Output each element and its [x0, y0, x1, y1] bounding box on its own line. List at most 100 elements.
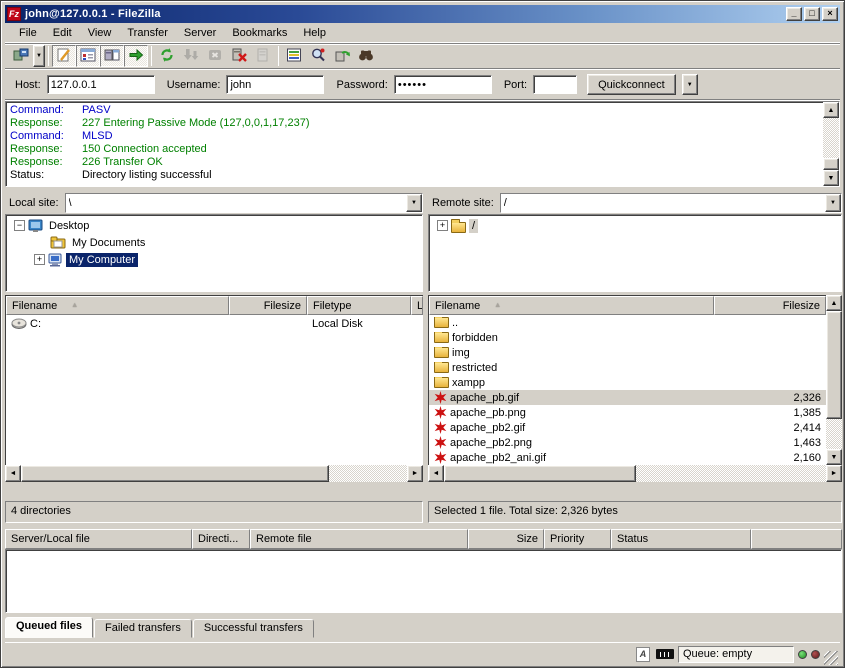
menu-edit[interactable]: Edit [45, 25, 80, 41]
column-header-filename[interactable]: Filename▲ [6, 296, 229, 315]
column-header-filesize[interactable]: Filesize [229, 296, 307, 315]
remote-horizontal-scrollbar[interactable]: ◄ ► [428, 465, 842, 482]
column-header-size[interactable]: Size [468, 529, 544, 549]
menu-bookmarks[interactable]: Bookmarks [224, 25, 295, 41]
expand-icon[interactable]: + [34, 254, 45, 265]
log-scrollbar[interactable]: ▲ ▼ [823, 102, 839, 186]
file-row[interactable]: C: Local Disk [6, 315, 423, 332]
remote-site-input[interactable] [501, 194, 825, 212]
tree-item-my-computer[interactable]: + My Computer [6, 251, 422, 268]
activity-led-red [811, 650, 820, 659]
file-row-selected[interactable]: apache_pb.gif2,326 [429, 390, 826, 405]
reconnect-button[interactable] [251, 45, 275, 67]
file-row[interactable]: .. [429, 315, 826, 330]
host-input[interactable] [47, 75, 155, 94]
column-header-filesize[interactable]: Filesize [714, 296, 826, 315]
column-header-filetype[interactable]: Filetype [307, 296, 411, 315]
column-header-last-modified[interactable]: L [411, 296, 423, 315]
port-input[interactable] [533, 75, 577, 94]
maximize-button[interactable]: □ [804, 7, 820, 21]
menu-view[interactable]: View [80, 25, 120, 41]
close-button[interactable]: × [822, 7, 838, 21]
collapse-icon[interactable]: − [14, 220, 25, 231]
column-header-status[interactable]: Status [611, 529, 751, 549]
find-files-button[interactable] [354, 45, 378, 67]
remote-site-dropdown[interactable]: ▼ [825, 194, 841, 212]
local-list-header: Filename▲ Filesize Filetype L [6, 296, 423, 315]
local-status-text: 4 directories [11, 505, 71, 517]
scroll-right-button[interactable]: ► [407, 465, 423, 482]
process-queue-button[interactable] [179, 45, 203, 67]
scrollbar-track[interactable] [636, 465, 826, 482]
file-row[interactable]: img [429, 345, 826, 360]
scrollbar-track[interactable] [823, 118, 839, 158]
column-header-remote-file[interactable]: Remote file [250, 529, 468, 549]
menu-file[interactable]: File [11, 25, 45, 41]
scroll-right-button[interactable]: ► [826, 465, 842, 482]
file-row[interactable]: apache_pb.png1,385 [429, 405, 826, 420]
scrollbar-thumb[interactable] [444, 465, 636, 482]
scroll-down-icon: ▼ [831, 454, 838, 461]
column-header-server-local-file[interactable]: Server/Local file [5, 529, 192, 549]
minimize-button[interactable]: _ [786, 7, 802, 21]
file-row[interactable]: xampp [429, 375, 826, 390]
toggle-queue-button[interactable] [124, 45, 148, 67]
sort-ascending-icon: ▲ [494, 302, 501, 309]
scroll-left-button[interactable]: ◄ [5, 465, 21, 482]
synchronized-browsing-button[interactable] [330, 45, 354, 67]
tree-item-my-documents[interactable]: My Documents [6, 234, 422, 251]
scrollbar-thumb[interactable] [823, 158, 839, 170]
username-input[interactable] [226, 75, 324, 94]
scrollbar-track[interactable] [826, 419, 842, 449]
scroll-down-button[interactable]: ▼ [826, 449, 842, 465]
file-row[interactable]: forbidden [429, 330, 826, 345]
toggle-local-tree-button[interactable] [76, 45, 100, 67]
column-header-direction[interactable]: Directi... [192, 529, 250, 549]
tab-queued-files[interactable]: Queued files [5, 617, 93, 638]
menu-server[interactable]: Server [176, 25, 224, 41]
scrollbar-thumb[interactable] [21, 465, 329, 482]
toggle-remote-tree-button[interactable] [100, 45, 124, 67]
filter-icon [286, 47, 302, 66]
data-type-indicator[interactable]: A [634, 646, 652, 662]
tab-failed-transfers[interactable]: Failed transfers [94, 619, 192, 638]
remote-vertical-scrollbar[interactable]: ▲ ▼ [826, 295, 842, 465]
file-row[interactable]: apache_pb2_ani.gif2,160 [429, 450, 826, 465]
scroll-left-button[interactable]: ◄ [428, 465, 444, 482]
filter-button[interactable] [282, 45, 306, 67]
file-row[interactable]: apache_pb2.png1,463 [429, 435, 826, 450]
refresh-button[interactable] [155, 45, 179, 67]
tree-item-desktop[interactable]: − Desktop [6, 217, 422, 234]
scrollbar-track[interactable] [329, 465, 407, 482]
cancel-operation-button[interactable] [203, 45, 227, 67]
scroll-up-button[interactable]: ▲ [826, 295, 842, 311]
scroll-down-button[interactable]: ▼ [823, 170, 839, 186]
expand-icon[interactable]: + [437, 220, 448, 231]
file-row[interactable]: apache_pb2.gif2,414 [429, 420, 826, 435]
menu-help[interactable]: Help [295, 25, 334, 41]
queue-status-field: Queue: empty [678, 646, 794, 663]
password-input[interactable] [394, 75, 492, 94]
column-header-priority[interactable]: Priority [544, 529, 611, 549]
quickconnect-dropdown[interactable]: ▼ [682, 74, 698, 95]
tree-item-root[interactable]: + / [429, 217, 841, 234]
speed-limits-indicator[interactable] [656, 646, 674, 662]
scrollbar-thumb[interactable] [826, 311, 842, 419]
local-site-input[interactable] [66, 194, 406, 212]
tab-successful-transfers[interactable]: Successful transfers [193, 619, 314, 638]
local-horizontal-scrollbar[interactable]: ◄ ► [5, 465, 423, 482]
local-site-dropdown[interactable]: ▼ [406, 194, 422, 212]
port-label: Port: [504, 79, 527, 91]
directory-comparison-button[interactable] [306, 45, 330, 67]
column-header-filename[interactable]: Filename▲ [429, 296, 714, 315]
menu-transfer[interactable]: Transfer [119, 25, 176, 41]
site-manager-dropdown[interactable]: ▼ [33, 45, 45, 67]
site-manager-button[interactable] [9, 45, 33, 67]
quickconnect-button[interactable]: Quickconnect [587, 74, 676, 95]
toggle-message-log-button[interactable] [52, 45, 76, 67]
file-row[interactable]: restricted [429, 360, 826, 375]
transfer-queue-body[interactable] [5, 549, 842, 613]
scroll-up-button[interactable]: ▲ [823, 102, 839, 118]
resize-grip[interactable] [824, 651, 838, 665]
disconnect-button[interactable] [227, 45, 251, 67]
